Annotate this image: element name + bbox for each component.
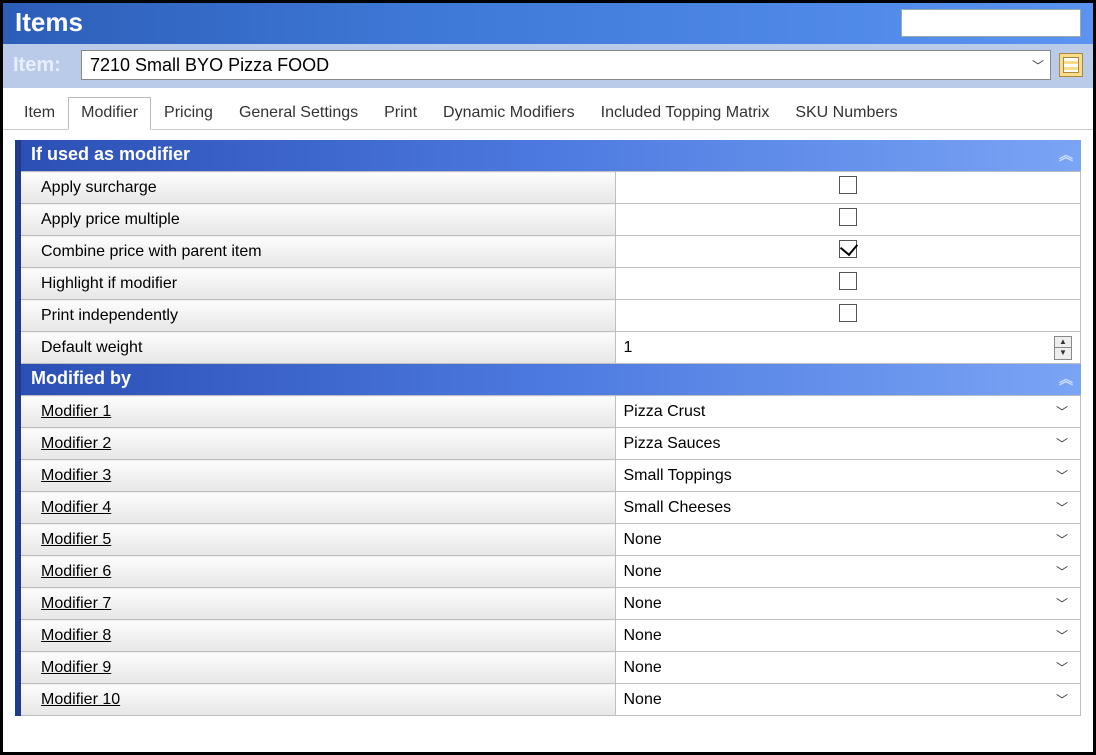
modifier-dropdown[interactable]: None ﹀: [624, 684, 1073, 715]
chevron-down-icon: ﹀: [1056, 659, 1072, 676]
modifier-dropdown[interactable]: None ﹀: [624, 620, 1073, 651]
modifier-dropdown[interactable]: None ﹀: [624, 588, 1073, 619]
modifier-dropdown-value: None: [624, 691, 662, 709]
tab-dynamic-modifiers[interactable]: Dynamic Modifiers: [430, 97, 588, 130]
modifier-dropdown-value: Small Cheeses: [624, 499, 732, 517]
item-selector-row: Item: 7210 Small BYO Pizza FOOD ﹀: [3, 44, 1093, 88]
property-label: Default weight: [18, 332, 615, 364]
modifier-label-link[interactable]: Modifier 2: [18, 428, 615, 460]
spinner-default-weight[interactable]: 1 ▲▼: [624, 332, 1073, 363]
modifier-dropdown[interactable]: None ﹀: [624, 524, 1073, 555]
property-label: Print independently: [18, 300, 615, 332]
property-label: Apply surcharge: [18, 172, 615, 204]
modifier-label-link[interactable]: Modifier 3: [18, 460, 615, 492]
modifier-label-link[interactable]: Modifier 10: [18, 684, 615, 716]
section-title: Modified by: [31, 368, 131, 389]
modifier-dropdown-value: Small Toppings: [624, 467, 732, 485]
item-dropdown[interactable]: 7210 Small BYO Pizza FOOD ﹀: [81, 50, 1051, 80]
section-header-if-used[interactable]: If used as modifier ︽: [15, 140, 1081, 171]
section-header-modified-by[interactable]: Modified by ︽: [15, 364, 1081, 395]
modifier-dropdown-value: Pizza Sauces: [624, 435, 721, 453]
modifier-dropdown[interactable]: None ﹀: [624, 556, 1073, 587]
modifier-label-link[interactable]: Modifier 1: [18, 396, 615, 428]
collapse-double-chevron-icon[interactable]: ︽: [1059, 369, 1071, 389]
modifier-dropdown-value: Pizza Crust: [624, 403, 706, 421]
chevron-down-icon: ﹀: [1056, 691, 1072, 708]
item-selector-label: Item:: [13, 54, 73, 77]
chevron-down-icon: ﹀: [1056, 627, 1072, 644]
property-label: Combine price with parent item: [18, 236, 615, 268]
tabs-bar: ItemModifierPricingGeneral SettingsPrint…: [3, 88, 1093, 130]
modifier-label-link[interactable]: Modifier 6: [18, 556, 615, 588]
chevron-down-icon: ﹀: [1056, 435, 1072, 452]
tab-sku-numbers[interactable]: SKU Numbers: [782, 97, 910, 130]
chevron-down-icon: ﹀: [1056, 531, 1072, 548]
modifier-label-link[interactable]: Modifier 4: [18, 492, 615, 524]
checkbox-print-independently[interactable]: [839, 304, 857, 322]
chevron-down-icon: ﹀: [1056, 499, 1072, 516]
spinner-up-icon[interactable]: ▲: [1055, 337, 1071, 348]
chevron-down-icon: ﹀: [1032, 57, 1044, 74]
spinner-buttons[interactable]: ▲▼: [1054, 336, 1072, 360]
chevron-down-icon: ﹀: [1056, 467, 1072, 484]
chevron-down-icon: ﹀: [1056, 595, 1072, 612]
property-label: Apply price multiple: [18, 204, 615, 236]
checkbox-apply-surcharge[interactable]: [839, 176, 857, 194]
modifier-dropdown-value: None: [624, 627, 662, 645]
property-label: Highlight if modifier: [18, 268, 615, 300]
modifier-label-link[interactable]: Modifier 9: [18, 652, 615, 684]
tab-modifier[interactable]: Modifier: [68, 97, 151, 130]
tab-general-settings[interactable]: General Settings: [226, 97, 371, 130]
tab-print[interactable]: Print: [371, 97, 430, 130]
chevron-down-icon: ﹀: [1056, 403, 1072, 420]
section-modified-by: Modified by ︽ Modifier 1 Pizza Crust ﹀ Modi…: [15, 364, 1081, 716]
item-dropdown-value: 7210 Small BYO Pizza FOOD: [90, 55, 329, 76]
modifier-dropdown[interactable]: Pizza Crust ﹀: [624, 396, 1073, 427]
tab-item[interactable]: Item: [11, 97, 68, 130]
spinner-down-icon[interactable]: ▼: [1055, 347, 1071, 359]
section-title: If used as modifier: [31, 144, 190, 165]
checkbox-apply-price-multiple[interactable]: [839, 208, 857, 226]
tab-pricing[interactable]: Pricing: [151, 97, 226, 130]
chevron-down-icon: ﹀: [1056, 563, 1072, 580]
item-details-icon[interactable]: [1059, 53, 1083, 77]
collapse-double-chevron-icon[interactable]: ︽: [1059, 145, 1071, 165]
titlebar: Items: [3, 3, 1093, 44]
modifier-dropdown[interactable]: None ﹀: [624, 652, 1073, 683]
modifier-dropdown-value: None: [624, 659, 662, 677]
modifier-dropdown-value: None: [624, 563, 662, 581]
modifier-label-link[interactable]: Modifier 8: [18, 620, 615, 652]
checkbox-combine-price-with-parent-item[interactable]: [839, 240, 857, 258]
modifier-dropdown[interactable]: Small Toppings ﹀: [624, 460, 1073, 491]
section-if-used-as-modifier: If used as modifier ︽ Apply surchargeApp…: [15, 140, 1081, 364]
modifier-label-link[interactable]: Modifier 5: [18, 524, 615, 556]
modifier-dropdown-value: None: [624, 531, 662, 549]
modifier-dropdown-value: None: [624, 595, 662, 613]
title-search-box[interactable]: [901, 9, 1081, 37]
spinner-value: 1: [624, 339, 633, 357]
modifier-dropdown[interactable]: Small Cheeses ﹀: [624, 492, 1073, 523]
page-title: Items: [15, 7, 83, 38]
modifier-dropdown[interactable]: Pizza Sauces ﹀: [624, 428, 1073, 459]
tab-included-topping-matrix[interactable]: Included Topping Matrix: [588, 97, 783, 130]
modifier-label-link[interactable]: Modifier 7: [18, 588, 615, 620]
checkbox-highlight-if-modifier[interactable]: [839, 272, 857, 290]
